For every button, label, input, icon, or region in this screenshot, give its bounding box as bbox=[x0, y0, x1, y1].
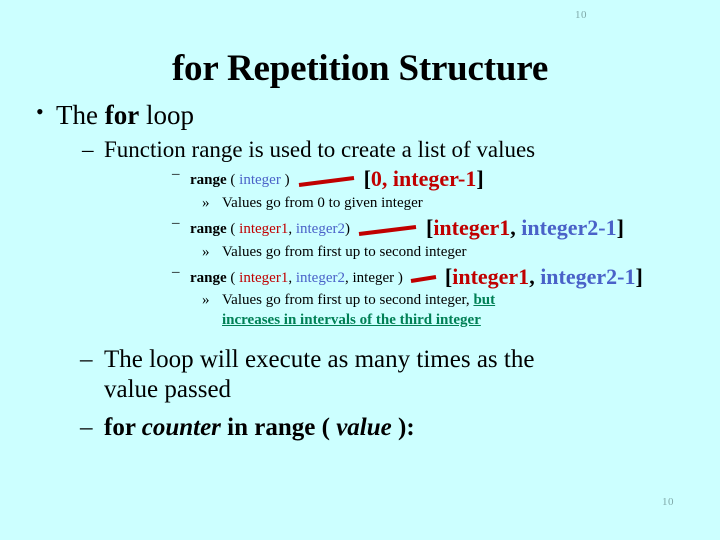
range-arg-integer1: integer1 bbox=[239, 221, 289, 238]
syntax-var-counter: counter bbox=[141, 413, 221, 441]
range-note-2: » Values go from first up to second integ… bbox=[0, 243, 720, 262]
range-note-text: Values go from 0 to given integer bbox=[222, 194, 423, 211]
red-arrow-icon bbox=[296, 173, 358, 189]
paren-open: ( bbox=[226, 221, 240, 238]
result-sep: , bbox=[510, 215, 522, 241]
syntax-var-value: value bbox=[336, 413, 392, 441]
result-part: integer-1 bbox=[392, 166, 477, 192]
bullet-level1-keyword: for bbox=[104, 100, 140, 130]
syntax-keyword-for: for bbox=[104, 413, 142, 441]
red-arrow-icon bbox=[409, 270, 439, 286]
closing-loop-exec-line1: The loop will execute as many times as t… bbox=[104, 345, 535, 373]
arg-separator: , bbox=[288, 269, 296, 286]
result-part: integer2-1 bbox=[521, 215, 617, 241]
bullet-level1-suffix: loop bbox=[139, 100, 194, 130]
result-part: 0 bbox=[370, 166, 382, 192]
page-number-top: 10 bbox=[575, 9, 587, 21]
range-fn-name: range bbox=[190, 269, 227, 286]
closing-syntax: – for counter in range ( value ): bbox=[0, 413, 720, 443]
range-note-highlight-2: increases in intervals of the third inte… bbox=[222, 311, 481, 328]
range-arg-integer2: integer2 bbox=[295, 221, 345, 238]
bracket-close: ] bbox=[616, 215, 624, 241]
range-note-1: » Values go from 0 to given integer bbox=[0, 194, 720, 213]
range-note-text: Values go from first up to second intege… bbox=[222, 243, 467, 260]
result-part: integer2-1 bbox=[540, 263, 636, 289]
slide: 10 for Repetition Structure • The for loo… bbox=[0, 0, 720, 540]
paren-close: ) bbox=[280, 172, 290, 189]
range-form-1: – range ( integer ) [0, integer-1] bbox=[0, 165, 720, 193]
paren-close: ) bbox=[344, 221, 350, 238]
range-form-2: – range ( integer1, integer2) [integer1, i… bbox=[0, 214, 720, 242]
bullet-dot-icon: • bbox=[36, 99, 44, 124]
range-arg-integer3: integer bbox=[352, 269, 395, 286]
range-note-highlight-1: but bbox=[473, 292, 496, 309]
guillemet-bullet-icon: » bbox=[202, 292, 210, 309]
dash-bullet-icon: – bbox=[172, 263, 180, 280]
paren-open: ( bbox=[226, 269, 240, 286]
page-title: for Repetition Structure bbox=[0, 47, 720, 89]
dash-bullet-icon: – bbox=[172, 215, 180, 232]
page-number-bottom: 10 bbox=[662, 496, 674, 508]
range-arg-integer2: integer2 bbox=[295, 269, 345, 286]
closing-loop-exec-line2: value passed bbox=[104, 375, 232, 403]
paren-close: ) bbox=[394, 269, 403, 286]
dash-bullet-icon: – bbox=[82, 136, 94, 162]
guillemet-bullet-icon: » bbox=[202, 194, 210, 211]
range-note-3: » Values go from first up to second integ… bbox=[0, 291, 720, 329]
bullet-level2-function-range: – Function range is used to create a list… bbox=[0, 136, 720, 164]
range-result-1: [0, integer-1] bbox=[364, 166, 484, 191]
bullet-level1-for-loop: • The for loop bbox=[0, 99, 720, 132]
paren-open: ( bbox=[226, 172, 240, 189]
red-arrow-icon bbox=[356, 222, 420, 238]
bullet-level1-prefix: The bbox=[56, 100, 105, 130]
syntax-end: ): bbox=[391, 413, 415, 441]
bullet-level2-text: Function range is used to create a list … bbox=[104, 136, 536, 162]
title-keyword: for bbox=[171, 47, 218, 89]
range-result-2: [integer1, integer2-1] bbox=[426, 215, 624, 240]
title-rest: Repetition Structure bbox=[217, 47, 549, 89]
syntax-mid: in range ( bbox=[220, 413, 337, 441]
range-note-plain: Values go from first up to second intege… bbox=[222, 292, 474, 309]
range-arg-integer1: integer1 bbox=[239, 269, 289, 286]
bracket-close: ] bbox=[476, 166, 484, 192]
dash-bullet-icon: – bbox=[80, 345, 93, 373]
range-fn-name: range bbox=[190, 172, 227, 189]
range-fn-name: range bbox=[190, 221, 227, 238]
arg-separator: , bbox=[288, 221, 296, 238]
dash-bullet-icon: – bbox=[172, 166, 180, 183]
result-part: integer1 bbox=[452, 263, 530, 289]
range-arg-integer: integer bbox=[239, 172, 281, 189]
result-sep: , bbox=[381, 166, 393, 192]
bracket-open: [ bbox=[363, 166, 371, 192]
range-result-3: [integer1, integer2-1] bbox=[445, 264, 643, 289]
range-form-3: – range ( integer1, integer2, integer ) [i… bbox=[0, 263, 720, 291]
result-part: integer1 bbox=[433, 215, 511, 241]
closing-loop-exec: – The loop will execute as many times as … bbox=[0, 345, 720, 405]
slide-body: • The for loop – Function range is used to… bbox=[0, 99, 720, 443]
dash-bullet-icon: – bbox=[80, 413, 93, 441]
bracket-close: ] bbox=[635, 263, 643, 289]
guillemet-bullet-icon: » bbox=[202, 243, 210, 260]
result-sep: , bbox=[529, 263, 541, 289]
